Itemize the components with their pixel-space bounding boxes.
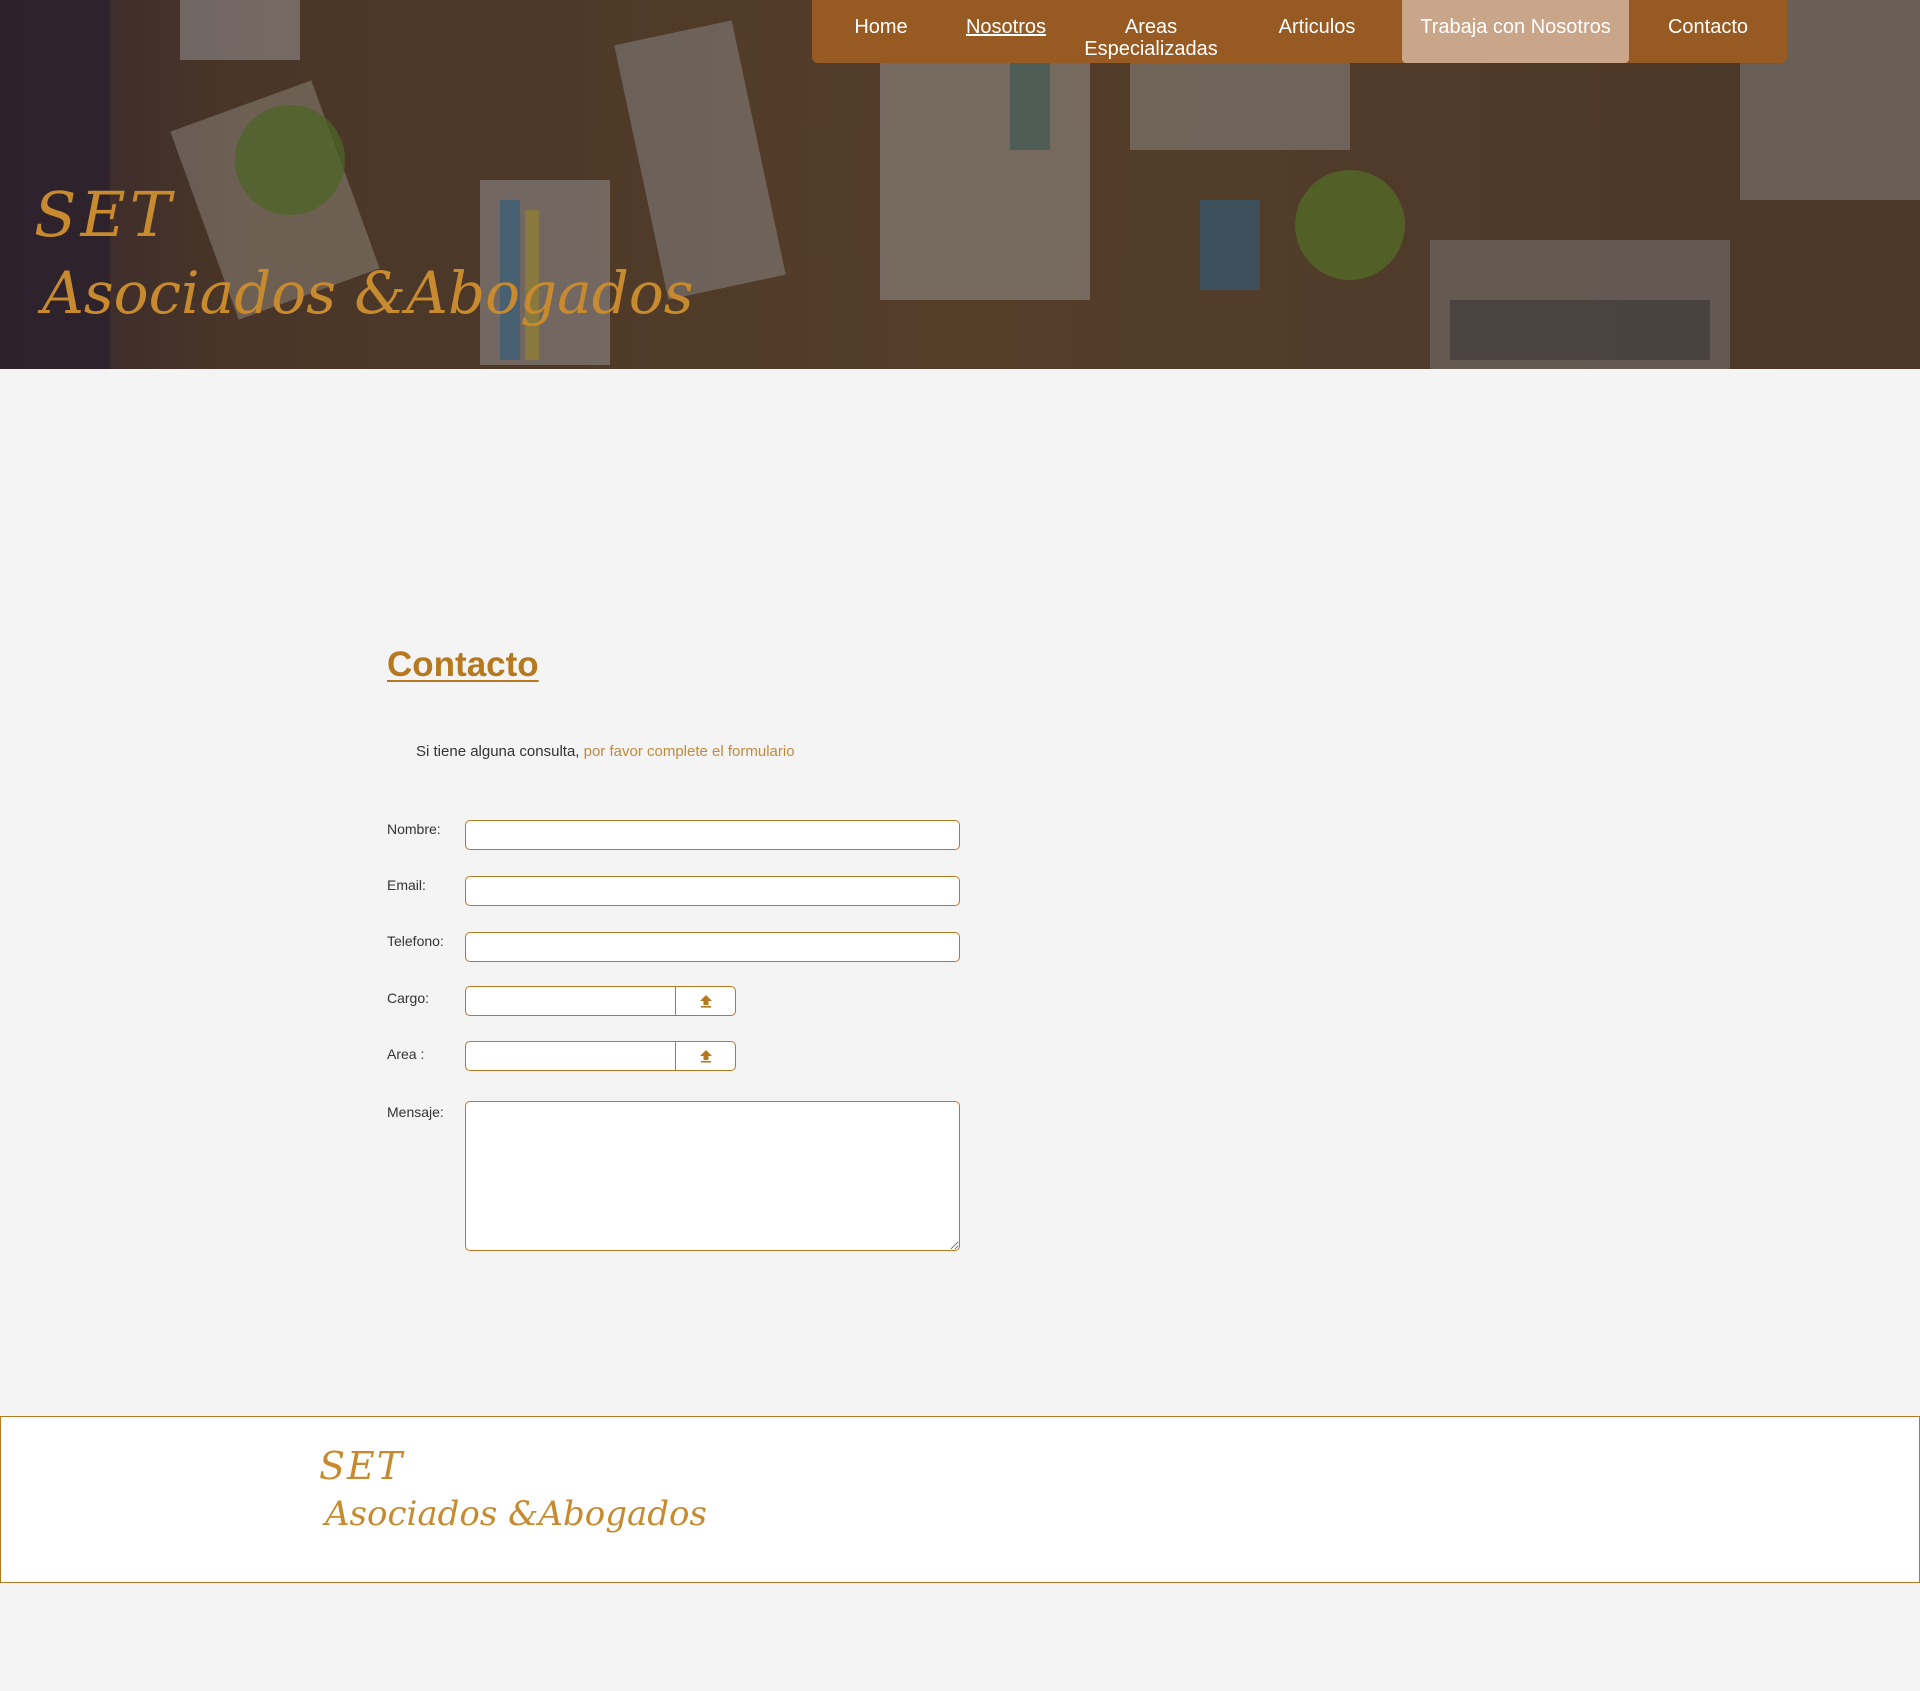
nav-item-nosotros[interactable]: Nosotros [942, 0, 1070, 63]
hero-banner: SET Asociados &Abogados Home Nosotros Ar… [0, 0, 1920, 369]
footer-logo-line-1: SET [319, 1444, 405, 1488]
logo-line-1: SET [34, 178, 176, 251]
page-title: Contacto [387, 645, 539, 684]
mensaje-label: Mensaje: [387, 1104, 444, 1120]
area-upload-button[interactable] [676, 1042, 735, 1070]
footer-logo[interactable]: SET Asociados &Abogados [319, 1447, 707, 1531]
footer-logo-line-2: Asociados &Abogados [325, 1494, 707, 1534]
telefono-label: Telefono: [387, 933, 444, 949]
intro-prefix: Si tiene alguna consulta, [416, 743, 580, 760]
cargo-label: Cargo: [387, 990, 430, 1006]
logo-line-2: Asociados &Abogados [42, 259, 694, 327]
intro-accent: por favor complete el formulario [583, 743, 795, 760]
upload-arrow-icon [699, 1050, 712, 1063]
email-label: Email: [387, 877, 426, 893]
nav-item-label: Home [854, 16, 908, 38]
hero-logo[interactable]: SET Asociados &Abogados [34, 178, 694, 327]
nav-item-label: Nosotros [965, 16, 1047, 38]
nav-item-trabaja-con-nosotros[interactable]: Trabaja con Nosotros [1402, 0, 1629, 63]
nav-item-areas-especializadas[interactable]: Areas Especializadas [1070, 0, 1232, 63]
footer: SET Asociados &Abogados [0, 1416, 1920, 1583]
cargo-upload-button[interactable] [676, 987, 735, 1015]
contact-section: Contacto Si tiene alguna consulta, por f… [387, 640, 1087, 1251]
nav-item-label: Areas Especializadas [1084, 16, 1218, 60]
intro-text: Si tiene alguna consulta, por favor comp… [416, 743, 795, 760]
area-label: Area : [387, 1046, 425, 1062]
area-upload-input[interactable] [466, 1042, 676, 1070]
nav-item-home[interactable]: Home [820, 0, 942, 63]
email-input[interactable] [465, 876, 960, 906]
nav-item-label: Trabaja con Nosotros [1420, 16, 1611, 38]
area-upload [465, 1041, 736, 1071]
nav-item-label: Contacto [1667, 16, 1749, 38]
upload-arrow-icon [699, 995, 712, 1008]
nav-item-articulos[interactable]: Articulos [1232, 0, 1402, 63]
nombre-label: Nombre: [387, 821, 441, 837]
nombre-input[interactable] [465, 820, 960, 850]
telefono-input[interactable] [465, 932, 960, 962]
cargo-upload-input[interactable] [466, 987, 676, 1015]
nav-item-label: Articulos [1278, 16, 1356, 38]
mensaje-textarea[interactable] [465, 1101, 960, 1251]
cargo-upload [465, 986, 736, 1016]
nav-item-contacto[interactable]: Contacto [1629, 0, 1787, 63]
main-navigation: Home Nosotros Areas Especializadas Artic… [812, 0, 1787, 63]
